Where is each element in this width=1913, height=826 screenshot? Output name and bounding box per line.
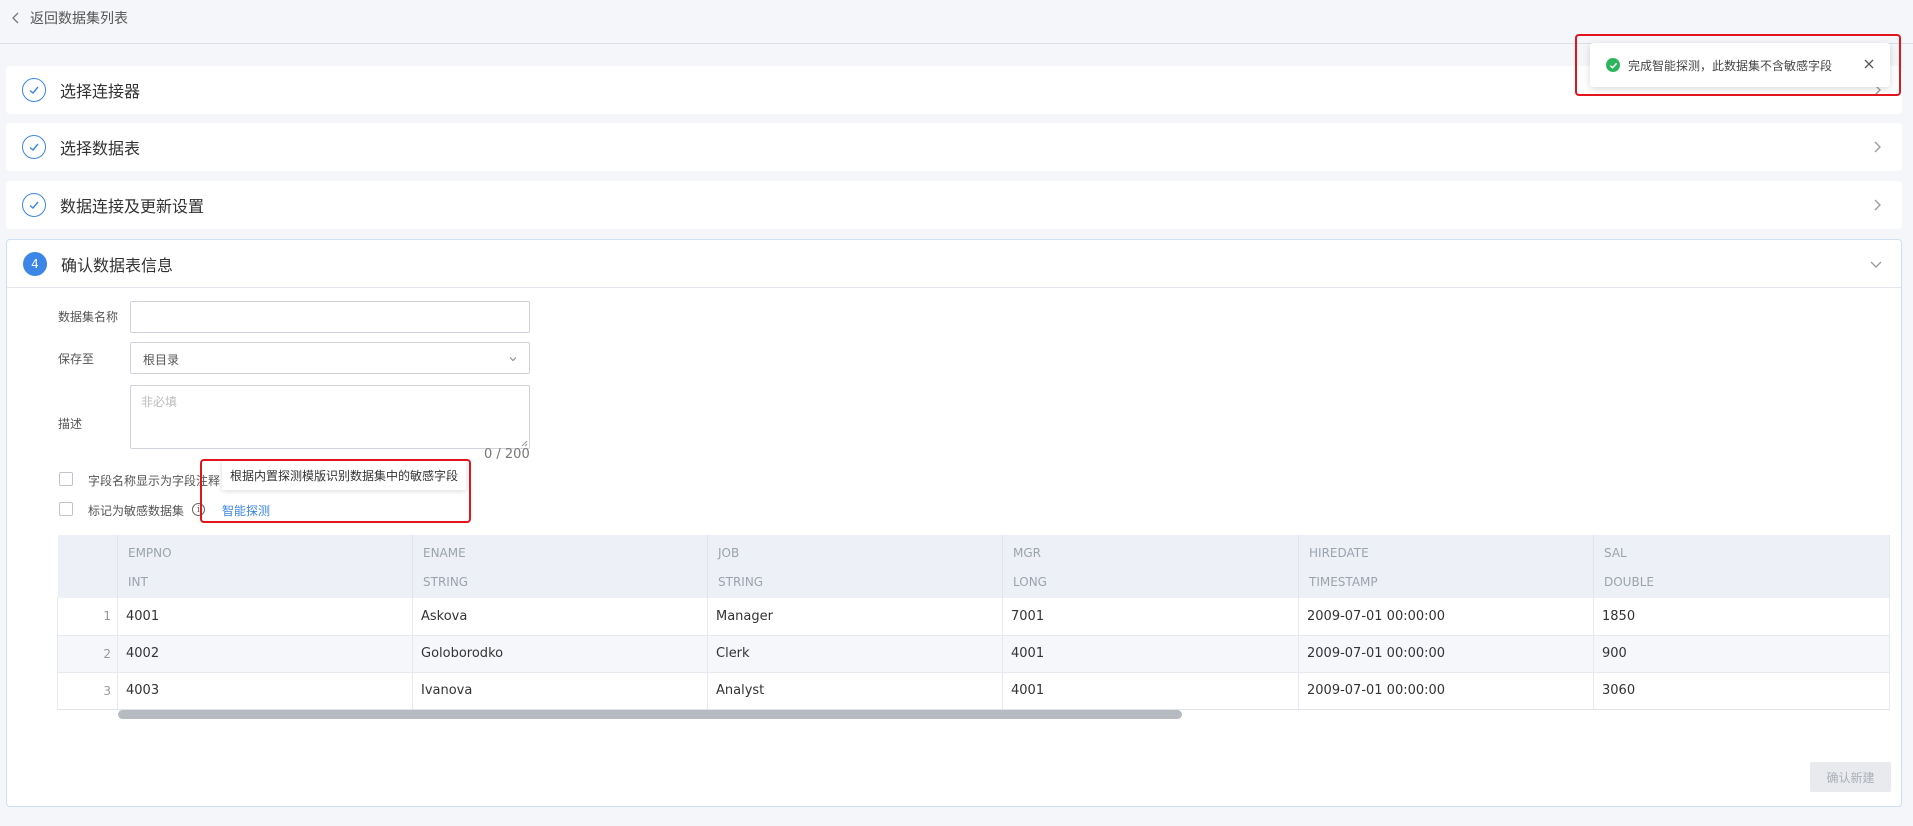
step-header[interactable]: 数据连接及更新设置 xyxy=(6,181,1902,229)
description-label: 描述 xyxy=(58,417,83,431)
table-cell: 4001 xyxy=(1002,635,1299,673)
row-index: 2 xyxy=(57,635,118,673)
step-connection-settings[interactable]: 数据连接及更新设置 xyxy=(6,181,1902,229)
description-textarea[interactable]: 非必填 xyxy=(130,385,530,449)
success-check-icon xyxy=(1606,58,1620,72)
success-toast: 完成智能探测，此数据集不含敏感字段 xyxy=(1590,43,1890,87)
dataset-name-label: 数据集名称 xyxy=(58,310,119,324)
data-preview-table: EMPNO ENAME JOB MGR HIREDATE SAL INT STR… xyxy=(57,535,1890,710)
back-link-label: 返回数据集列表 xyxy=(30,11,128,27)
field-comment-label: 字段名称显示为字段注释 xyxy=(88,474,221,488)
sensitive-dataset-label: 标记为敏感数据集 xyxy=(88,504,185,518)
sensitive-dataset-checkbox[interactable] xyxy=(59,502,73,516)
column-type-header: INT xyxy=(117,566,413,598)
row-index: 3 xyxy=(57,672,118,710)
step-select-table[interactable]: 选择数据表 xyxy=(6,123,1902,171)
table-cell: 4003 xyxy=(117,672,413,710)
chevron-down-icon xyxy=(509,357,517,362)
row-index: 1 xyxy=(57,598,118,636)
table-cell: Goloborodko xyxy=(412,635,708,673)
row-index-header xyxy=(57,566,118,598)
close-icon[interactable] xyxy=(1862,57,1876,71)
chevron-down-icon xyxy=(1870,261,1882,268)
table-cell: Manager xyxy=(707,598,1003,636)
check-circle-icon xyxy=(22,193,46,217)
table-cell: 7001 xyxy=(1002,598,1299,636)
table-cell: 3060 xyxy=(1593,672,1890,710)
table-cell: 900 xyxy=(1593,635,1890,673)
back-to-dataset-list-link[interactable]: 返回数据集列表 xyxy=(10,8,128,28)
table-cell: Askova xyxy=(412,598,708,636)
dataset-name-input[interactable] xyxy=(130,301,530,333)
step-title: 确认数据表信息 xyxy=(61,255,174,275)
table-row: 3 4003 Ivanova Analyst 4001 2009-07-01 0… xyxy=(57,672,1890,710)
column-name-header: ENAME xyxy=(412,535,708,566)
smart-detect-tooltip: 根据内置探测模版识别数据集中的敏感字段 xyxy=(222,461,467,490)
column-name-header: SAL xyxy=(1593,535,1890,566)
smart-detect-link[interactable]: 智能探测 xyxy=(222,502,270,519)
step-number-badge: 4 xyxy=(23,251,47,276)
column-name-header: MGR xyxy=(1002,535,1299,566)
column-type-header: LONG xyxy=(1002,566,1299,598)
description-placeholder: 非必填 xyxy=(141,395,178,409)
table-cell: 2009-07-01 00:00:00 xyxy=(1298,672,1594,710)
column-type-header: STRING xyxy=(707,566,1003,598)
step-title: 选择连接器 xyxy=(60,82,141,101)
save-to-select[interactable]: 根目录 xyxy=(130,342,530,374)
check-circle-icon xyxy=(22,78,46,102)
description-counter: 0 / 200 xyxy=(484,447,530,462)
chevron-right-icon xyxy=(1874,141,1881,153)
column-type-header: TIMESTAMP xyxy=(1298,566,1594,598)
step-title: 数据连接及更新设置 xyxy=(60,197,205,216)
column-name-header: HIREDATE xyxy=(1298,535,1594,566)
row-index-header xyxy=(57,535,118,566)
step-header[interactable]: 4 确认数据表信息 xyxy=(7,240,1901,288)
table-cell: 2009-07-01 00:00:00 xyxy=(1298,598,1594,636)
table-row: 2 4002 Goloborodko Clerk 4001 2009-07-01… xyxy=(57,635,1890,673)
table-cell: Clerk xyxy=(707,635,1003,673)
field-comment-checkbox[interactable] xyxy=(59,472,73,486)
column-name-header: EMPNO xyxy=(117,535,413,566)
resize-handle-icon[interactable] xyxy=(520,439,528,447)
chevron-left-icon xyxy=(12,12,19,24)
table-cell: Analyst xyxy=(707,672,1003,710)
confirm-create-button[interactable]: 确认新建 xyxy=(1810,762,1891,792)
table-row: 1 4001 Askova Manager 7001 2009-07-01 00… xyxy=(57,598,1890,636)
table-cell: 4001 xyxy=(117,598,413,636)
step-header[interactable]: 选择数据表 xyxy=(6,123,1902,171)
step-title: 选择数据表 xyxy=(60,139,141,158)
save-to-label: 保存至 xyxy=(58,352,95,366)
toast-message: 完成智能探测，此数据集不含敏感字段 xyxy=(1628,58,1833,73)
table-cell: 4001 xyxy=(1002,672,1299,710)
table-horizontal-scrollbar[interactable] xyxy=(118,710,1182,719)
table-cell: 4002 xyxy=(117,635,413,673)
check-circle-icon xyxy=(22,135,46,159)
info-icon[interactable]: i xyxy=(192,503,205,516)
column-type-header: STRING xyxy=(412,566,708,598)
save-to-value: 根目录 xyxy=(143,353,180,367)
table-cell: Ivanova xyxy=(412,672,708,710)
table-cell: 1850 xyxy=(1593,598,1890,636)
top-bar: 返回数据集列表 xyxy=(0,0,1913,44)
table-cell: 2009-07-01 00:00:00 xyxy=(1298,635,1594,673)
column-type-header: DOUBLE xyxy=(1593,566,1890,598)
chevron-right-icon xyxy=(1874,199,1881,211)
column-name-header: JOB xyxy=(707,535,1003,566)
